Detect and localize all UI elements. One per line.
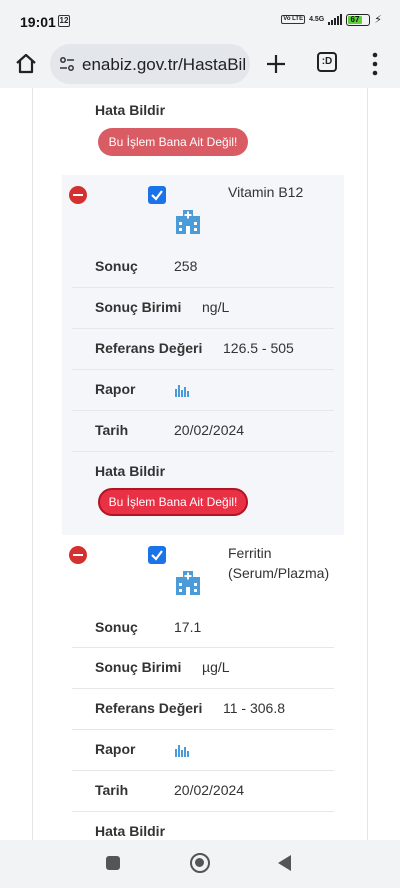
row-divider xyxy=(72,410,334,411)
date-value: 20/02/2024 xyxy=(174,422,245,438)
volte-icon: Vo LTE xyxy=(281,15,306,24)
row-divider xyxy=(72,369,334,370)
not-mine-button[interactable]: Bu İşlem Bana Ait Değil! xyxy=(98,128,248,156)
reference-label: Referans Değeri xyxy=(95,700,203,716)
date-value: 20/02/2024 xyxy=(174,782,245,798)
tab-switcher-button[interactable]: :D xyxy=(317,52,337,72)
row-divider xyxy=(72,328,334,329)
notification-badge-icon: 12 xyxy=(58,15,70,27)
outer-border-right xyxy=(367,88,368,840)
result-value: 258 xyxy=(174,258,198,274)
date-label: Tarih xyxy=(95,782,129,798)
reference-value: 126.5 - 505 xyxy=(223,340,294,356)
signal-icon xyxy=(328,14,343,25)
battery-level: 67 xyxy=(348,15,362,24)
row-divider xyxy=(72,451,334,452)
unit-value: µg/L xyxy=(202,659,230,675)
test-checkbox[interactable] xyxy=(148,546,166,564)
result-value: 17.1 xyxy=(174,619,202,635)
outer-border-left xyxy=(32,88,33,840)
test-name: Vitamin B12 xyxy=(228,182,303,202)
url-bar[interactable]: enabiz.gov.tr/HastaBil xyxy=(50,44,250,84)
row-divider xyxy=(72,287,334,288)
not-mine-button[interactable]: Bu İşlem Bana Ait Değil! xyxy=(98,488,248,516)
row-divider xyxy=(72,729,334,730)
unit-label: Sonuç Birimi xyxy=(95,659,182,675)
network-type: 4.5G xyxy=(309,16,325,23)
test-name: Ferritin (Serum/Plazma) xyxy=(228,543,329,583)
system-nav-bar xyxy=(0,840,400,888)
reference-value: 11 - 306.8 xyxy=(223,700,286,716)
charging-icon: ⚡ xyxy=(374,14,382,26)
test-name-line: Vitamin B12 xyxy=(228,184,304,200)
more-menu-icon[interactable] xyxy=(367,51,383,77)
result-label: Sonuç xyxy=(95,258,138,274)
test-name-line: Ferritin xyxy=(228,545,272,561)
home-icon[interactable] xyxy=(14,52,38,76)
collapse-button[interactable] xyxy=(69,546,87,564)
error-report-label: Hata Bildir xyxy=(95,102,166,118)
site-settings-icon[interactable] xyxy=(59,56,75,72)
page-content: Hata Bildir Bu İşlem Bana Ait Değil! Vit… xyxy=(0,88,400,840)
test-checkbox[interactable] xyxy=(148,186,166,204)
error-report-label: Hata Bildir xyxy=(95,463,166,479)
status-indicators: Vo LTE 4.5G 67 ⚡ xyxy=(281,13,382,26)
battery-icon: 67 xyxy=(346,13,371,26)
back-button[interactable] xyxy=(278,855,291,871)
result-label: Sonuç xyxy=(95,619,138,635)
date-label: Tarih xyxy=(95,422,129,438)
recents-button[interactable] xyxy=(106,856,120,870)
status-time: 19:01 xyxy=(20,14,56,30)
new-tab-icon[interactable] xyxy=(264,52,288,76)
status-bar: 19:01 12 Vo LTE 4.5G 67 ⚡ xyxy=(0,0,400,40)
test-name-line: (Serum/Plazma) xyxy=(228,565,330,581)
unit-label: Sonuç Birimi xyxy=(95,299,182,315)
hospital-icon xyxy=(176,571,200,595)
report-label: Rapor xyxy=(95,381,136,397)
report-chart-icon[interactable] xyxy=(174,743,190,757)
hospital-icon xyxy=(176,210,200,234)
browser-toolbar: enabiz.gov.tr/HastaBil :D xyxy=(0,40,400,88)
row-divider xyxy=(72,688,334,689)
row-divider xyxy=(72,811,334,812)
reference-label: Referans Değeri xyxy=(95,340,203,356)
row-divider xyxy=(72,770,334,771)
report-label: Rapor xyxy=(95,741,136,757)
home-button[interactable] xyxy=(190,853,210,873)
collapse-button[interactable] xyxy=(69,186,87,204)
report-chart-icon[interactable] xyxy=(174,383,190,397)
row-divider xyxy=(72,647,334,648)
unit-value: ng/L xyxy=(202,299,230,315)
error-report-label: Hata Bildir xyxy=(95,823,166,839)
url-text[interactable]: enabiz.gov.tr/HastaBil xyxy=(82,55,248,75)
